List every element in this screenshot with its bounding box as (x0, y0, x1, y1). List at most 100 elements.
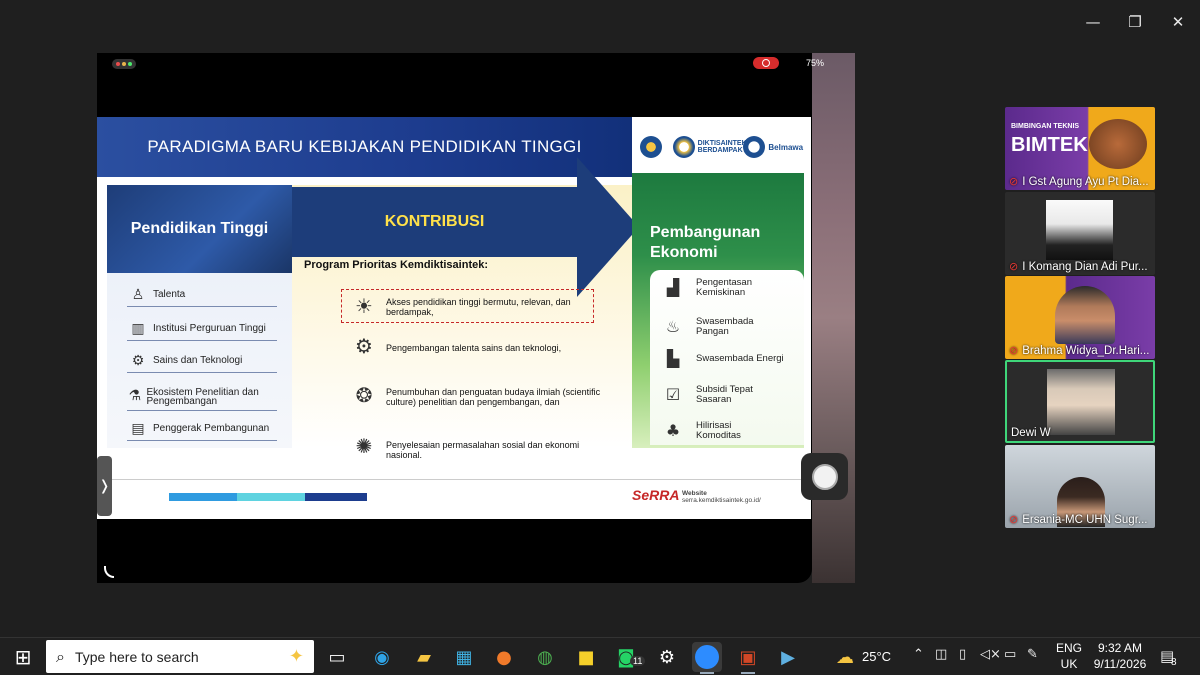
presentation-slide: PARADIGMA BARU KEBIJAKAN PENDIDIKAN TING… (97, 117, 811, 519)
edge-icon[interactable]: ◉ (367, 642, 397, 672)
board-icon: ▤ (131, 420, 145, 437)
diktisaintek-logo: DIKTISAINTEK BERDAMPAK (672, 136, 747, 158)
microphone-icon[interactable]: ▯ (959, 647, 966, 662)
participant-tile[interactable]: ⊘ I Komang Dian Adi Pur... (1005, 192, 1155, 275)
participant-name: ⊘ I Komang Dian Adi Pur... (1009, 260, 1148, 273)
left-item-penggerak: ▤ Penggerak Pembangunan (127, 417, 277, 441)
volume-muted-icon[interactable]: ◁× (980, 647, 1001, 662)
maximize-button[interactable]: ❐ (1120, 8, 1150, 36)
program-item: Pengembangan talenta sains dan teknologi… (386, 343, 562, 353)
weather-icon[interactable]: ☁ (830, 642, 860, 672)
solution-icon: ✺ (355, 434, 373, 458)
media-player-icon[interactable]: ▶ (773, 642, 803, 672)
left-item-ekosistem: ⚗ Ekosistem Penelitian dan Pengembangan (127, 383, 277, 411)
serra-website: Website serra.kemdiktisaintek.go.id/ (682, 490, 761, 504)
checklist-icon: ☑ (665, 385, 681, 404)
task-view-icon[interactable]: ▭ (322, 642, 352, 672)
left-item-institusi: ▥ Institusi Perguruan Tinggi (127, 317, 277, 341)
minimize-button[interactable]: — (1078, 8, 1108, 36)
bulb-book-icon: ☀ (355, 294, 373, 318)
participant-tile[interactable]: ⊘ Ersania-MC UHN Sugr... (1005, 445, 1155, 528)
participant-name: Dewi W (1011, 427, 1051, 439)
belmawa-logo: Belmawa (743, 136, 803, 158)
tablet-menu-dots-icon (112, 59, 136, 69)
store-icon[interactable]: ▦ (449, 642, 479, 672)
whatsapp-badge: 11 (630, 656, 646, 666)
temperature[interactable]: 25°C (862, 649, 891, 664)
right-item: ▙ Swasembada Energi (660, 345, 800, 373)
powerpoint-icon[interactable]: ▣ (733, 642, 763, 672)
participant-video (1046, 200, 1113, 260)
participant-tile-active[interactable]: Dewi W (1005, 360, 1155, 443)
participant-video (1047, 369, 1115, 435)
muted-mic-icon: ⊘ (1009, 513, 1019, 526)
zoom-icon[interactable] (692, 642, 722, 672)
participant-name: ⊘ Brahma Widya_Dr.Hari... (1009, 344, 1150, 357)
sparkle-icon: ✦ (288, 646, 304, 667)
arrow-head (577, 157, 639, 297)
settings-icon[interactable]: ⚙ (652, 642, 682, 672)
search-icon: ⌕ (56, 646, 65, 666)
program-item: Akses pendidikan tinggi bermutu, relevan… (386, 297, 571, 317)
participant-tile[interactable]: BIMBINGAN TEKNIS BIMTEK ⊘ I Gst Agung Ayu… (1005, 107, 1155, 190)
meet-now-icon[interactable]: ◫ (935, 647, 947, 662)
right-item: ♨ Swasembada Pangan (660, 313, 800, 341)
language-indicator[interactable]: ENG UK (1052, 640, 1086, 672)
building-icon: ▥ (131, 320, 145, 337)
slide-title: PARADIGMA BARU KEBIJAKAN PENDIDIKAN TING… (147, 137, 582, 156)
plant-icon: ♣ (665, 421, 681, 440)
powerpoint-active-indicator (741, 672, 755, 674)
right-item: ♣ Hilirisasi Komoditas (660, 417, 800, 445)
growth-chart-icon: ▟ (666, 278, 680, 297)
participant-video (1055, 286, 1115, 344)
show-hidden-icons[interactable]: ⌃ (913, 647, 924, 662)
zoom-active-indicator (700, 672, 714, 674)
footer-bar (237, 493, 305, 501)
program-item: Penumbuhan dan penguatan budaya ilmiah (… (386, 387, 601, 407)
left-item-sains: ⚙ Sains dan Teknologi (127, 349, 277, 373)
program-subheading: Program Prioritas Kemdiktisaintek: (304, 259, 489, 271)
muted-mic-icon: ⊘ (1009, 175, 1019, 188)
kontribusi-heading: KONTRIBUSI (384, 213, 485, 230)
factory-icon: ▙ (666, 349, 680, 368)
expand-panel-button[interactable]: ❭ (97, 456, 112, 516)
footer-bar (169, 493, 237, 501)
participant-name: ⊘ I Gst Agung Ayu Pt Dia... (1009, 175, 1149, 188)
footer-bar (305, 493, 367, 501)
taskbar-clock[interactable]: 9:32 AM 9/11/2026 (1085, 640, 1155, 672)
participant-tile[interactable]: ⊘ Brahma Widya_Dr.Hari... (1005, 276, 1155, 359)
gears-icon: ⚙ (131, 352, 145, 369)
right-item: ▟ Pengentasan Kemiskinan (660, 274, 800, 302)
left-item-talenta: ♙ Talenta (127, 283, 277, 307)
building-photo (1089, 119, 1147, 169)
sticky-notes-icon[interactable]: ■ (571, 642, 601, 672)
lab-icon: ⚗ (128, 388, 142, 404)
brain-icon: ❂ (355, 383, 373, 407)
pen-icon[interactable]: ✎ (1027, 647, 1038, 662)
right-column-heading: Pembangunan Ekonomi (650, 224, 761, 261)
serra-logo: SeRRA (632, 487, 680, 503)
windows-start-icon[interactable]: ⊞ (8, 642, 38, 672)
file-explorer-icon[interactable]: ▰ (409, 642, 439, 672)
head-gear-icon: ⚙ (355, 334, 373, 358)
program-item: Penyelesaian permasalahan sosial dan eko… (386, 440, 580, 460)
ministry-logo-icon (639, 136, 665, 158)
muted-mic-icon: ⊘ (1009, 260, 1019, 273)
right-item: ☑ Subsidi Tepat Sasaran (660, 381, 800, 409)
left-column-heading: Pendidikan Tinggi (107, 185, 292, 273)
firefox-icon[interactable]: ● (489, 642, 519, 672)
close-button[interactable]: ✕ (1163, 8, 1193, 36)
background-photo (812, 53, 855, 583)
assistive-touch-button[interactable] (801, 453, 848, 500)
record-indicator-icon (753, 57, 779, 69)
chrome-icon[interactable]: ◍ (530, 642, 560, 672)
muted-mic-icon: ⊘ (1009, 344, 1019, 357)
battery-level: 75% (806, 58, 825, 68)
slide-divider (97, 479, 811, 480)
food-icon: ♨ (665, 317, 681, 336)
taskbar-search-input[interactable]: ⌕ Type here to search ✦ (46, 640, 314, 673)
graduate-icon: ♙ (131, 286, 145, 303)
notification-count: 8 (1171, 657, 1177, 668)
participant-name: ⊘ Ersania-MC UHN Sugr... (1009, 513, 1148, 526)
battery-icon[interactable]: ▭ (1004, 647, 1016, 662)
